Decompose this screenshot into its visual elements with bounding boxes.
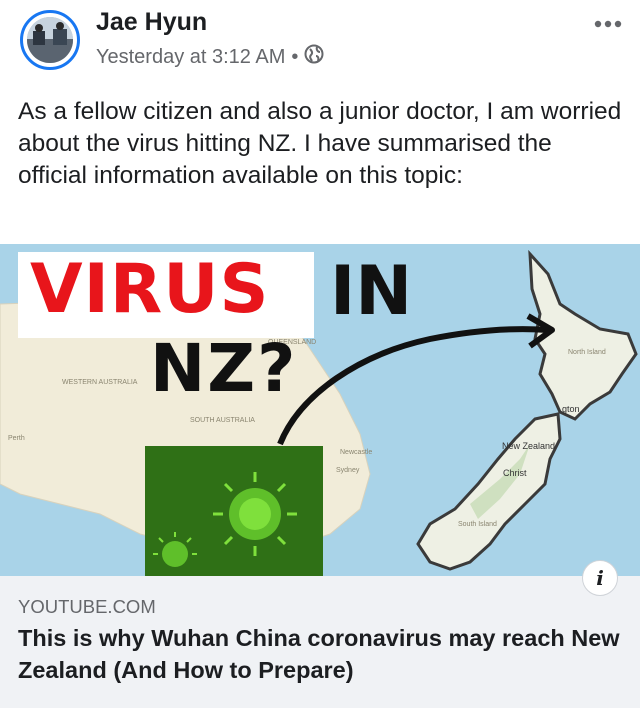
avatar[interactable] bbox=[20, 10, 80, 70]
map-label-christchurch: Christ bbox=[503, 468, 527, 478]
link-preview-card[interactable]: WESTERN AUSTRALIA SOUTH AUSTRALIA QUEENS… bbox=[0, 244, 640, 708]
author-name[interactable]: Jae Hyun bbox=[96, 8, 207, 37]
map-label-wellington: gton bbox=[562, 404, 580, 414]
map-label-western-australia: WESTERN AUSTRALIA bbox=[62, 379, 138, 386]
link-title[interactable]: This is why Wuhan China coronavirus may … bbox=[18, 622, 624, 686]
post-text: As a fellow citizen and also a junior do… bbox=[18, 98, 622, 189]
map-label-perth: Perth bbox=[8, 435, 25, 442]
info-icon[interactable]: i bbox=[582, 560, 618, 596]
meta-separator: • bbox=[291, 45, 299, 68]
post-header: Jae Hyun Yesterday at 3:12 AM • bbox=[0, 0, 640, 80]
map-label-south-australia: SOUTH AUSTRALIA bbox=[190, 417, 255, 424]
post-timestamp[interactable]: Yesterday at 3:12 AM bbox=[96, 46, 285, 69]
map-label-north-island: North Island bbox=[568, 349, 606, 356]
map-label-sydney: Sydney bbox=[336, 467, 360, 474]
link-domain: YOUTUBE.COM bbox=[18, 596, 156, 617]
link-caption[interactable]: YOUTUBE.COM This is why Wuhan China coro… bbox=[0, 576, 640, 708]
avatar-photo bbox=[27, 17, 73, 63]
map-label-new-zealand: New Zealand bbox=[502, 441, 555, 451]
more-options-icon[interactable] bbox=[594, 8, 622, 36]
globe-icon[interactable] bbox=[304, 44, 324, 70]
thumbnail-headline-virus: VIRUS bbox=[30, 250, 270, 329]
thumbnail-headline-in: IN bbox=[330, 252, 413, 331]
map-label-south-island: South Island bbox=[458, 521, 497, 528]
thumbnail-headline-nz: NZ? bbox=[150, 330, 298, 407]
map-label-newcastle: Newcastle bbox=[340, 449, 372, 456]
link-thumbnail[interactable]: WESTERN AUSTRALIA SOUTH AUSTRALIA QUEENS… bbox=[0, 244, 640, 576]
post-meta: Yesterday at 3:12 AM • bbox=[96, 44, 324, 70]
